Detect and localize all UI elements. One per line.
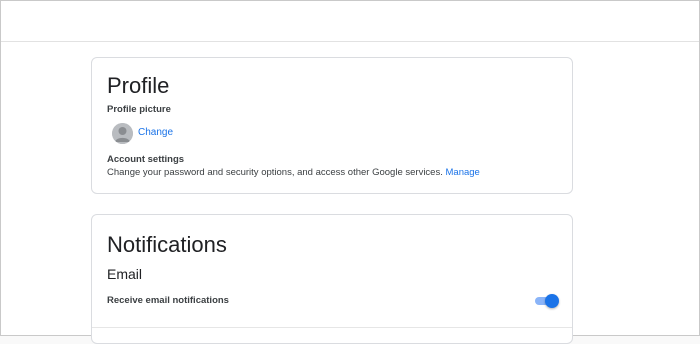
- toggle-thumb: [545, 294, 559, 308]
- notifications-card: Notifications Email Receive email notifi…: [91, 214, 573, 344]
- manage-link[interactable]: Manage: [446, 167, 480, 178]
- top-bar: [1, 1, 699, 42]
- account-settings-label: Account settings: [107, 154, 185, 165]
- page-frame: Profile Profile picture Change Account s…: [0, 0, 700, 344]
- email-section-heading: Email: [107, 266, 143, 282]
- account-settings-text: Change your password and security option…: [107, 167, 443, 178]
- profile-card: Profile Profile picture Change Account s…: [91, 57, 573, 194]
- notifications-title: Notifications: [107, 232, 227, 257]
- profile-title: Profile: [107, 73, 170, 98]
- profile-picture-label: Profile picture: [107, 104, 171, 115]
- change-picture-link[interactable]: Change: [138, 128, 173, 138]
- email-notifications-toggle[interactable]: [535, 294, 559, 308]
- account-settings-description: Change your password and security option…: [107, 168, 480, 178]
- section-divider: [92, 327, 572, 328]
- receive-email-label: Receive email notifications: [107, 295, 229, 306]
- avatar-icon[interactable]: [112, 123, 133, 144]
